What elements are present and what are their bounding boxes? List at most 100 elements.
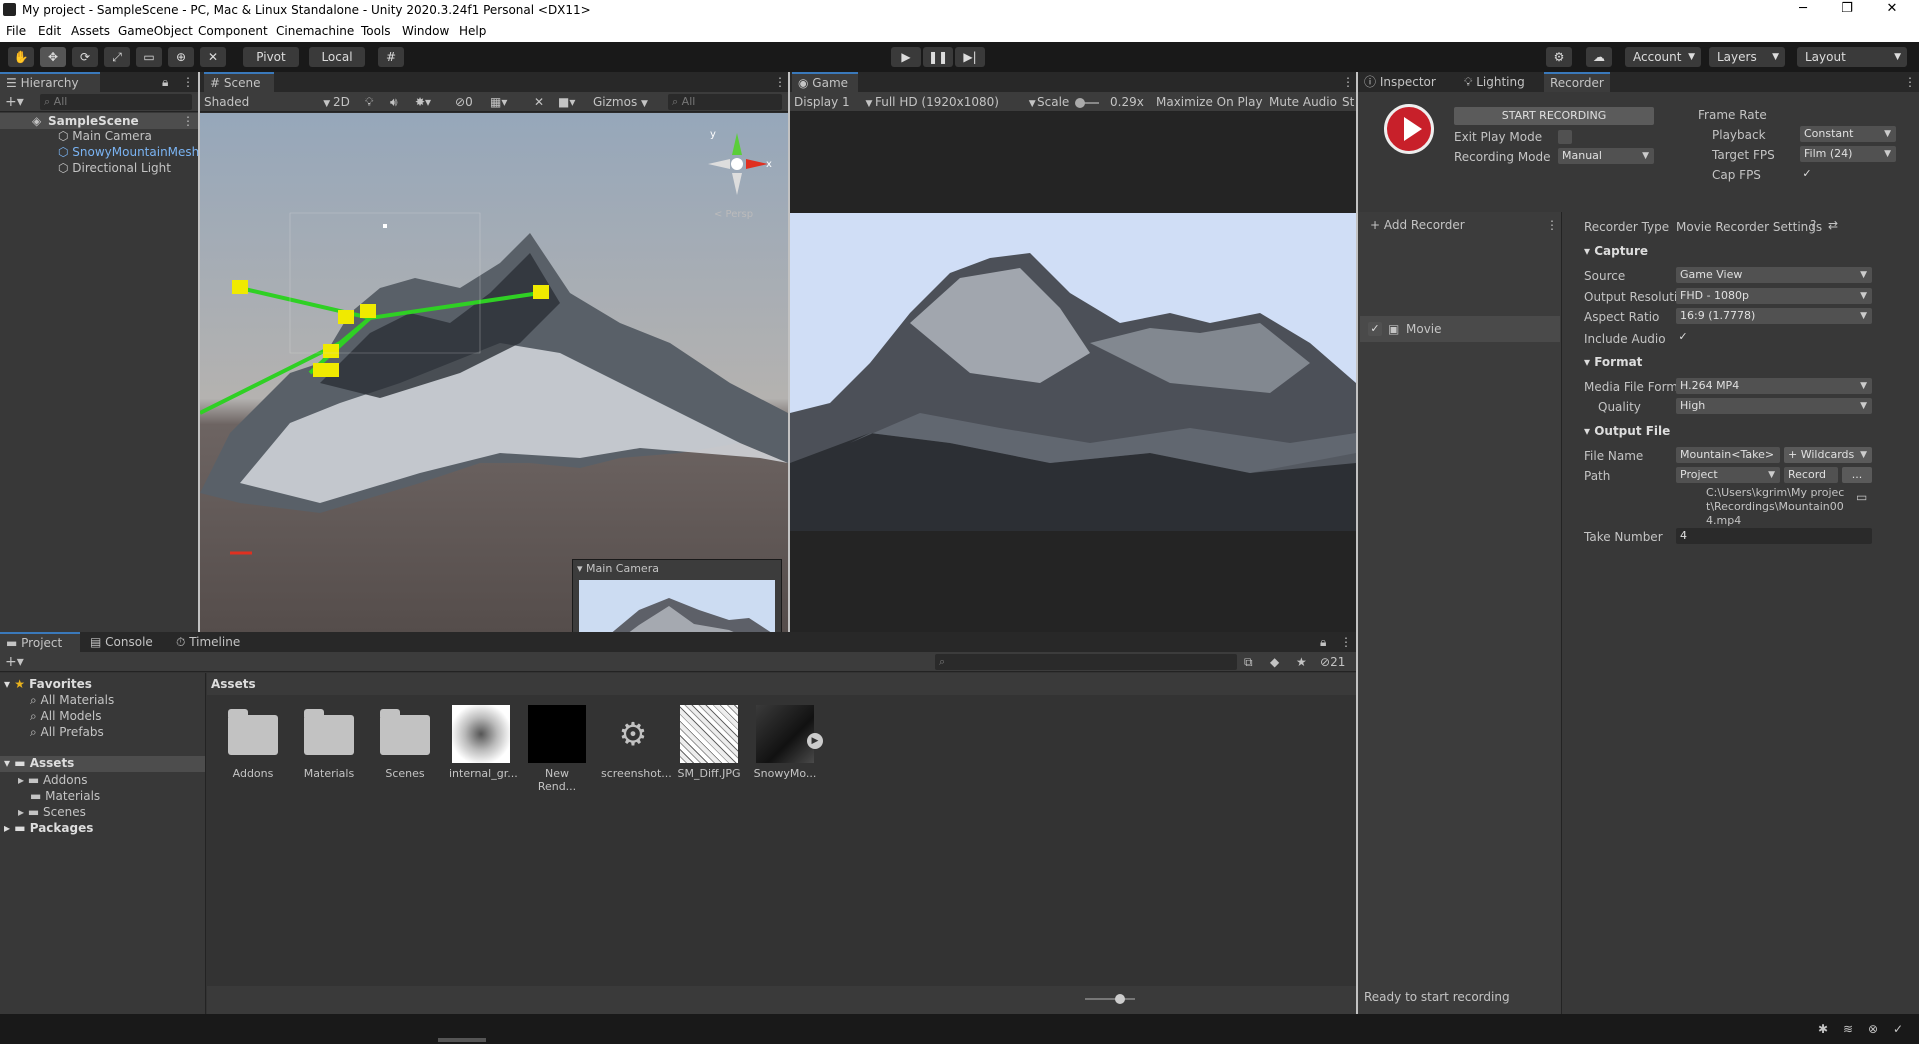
lighting-icon[interactable]: 💡︎ [365, 95, 373, 110]
cap-fps-checkbox[interactable]: ✓ [1800, 167, 1814, 181]
layout-dropdown[interactable]: Layout ▼ [1797, 47, 1907, 67]
maximize-button[interactable]: ❐ [1827, 1, 1867, 19]
more-icon[interactable]: ⋮ [1546, 218, 1558, 232]
local-toggle[interactable]: Local [309, 47, 365, 67]
menu-gameobject[interactable]: GameObject [118, 24, 193, 38]
pause-button[interactable]: ❚❚ [923, 47, 953, 67]
help-icon[interactable]: ? [1810, 218, 1816, 232]
capture-section[interactable]: ▾ Capture [1584, 244, 1648, 258]
tab-inspector[interactable]: ⓘ Inspector [1358, 72, 1454, 92]
rotate-tool-icon[interactable]: ⟳ [72, 47, 98, 67]
more-icon[interactable]: ⋮ [774, 75, 786, 89]
path-record-field[interactable]: Record [1784, 467, 1838, 483]
collab-icon[interactable]: ⚙ [1546, 47, 1572, 67]
file-name-input[interactable]: Mountain<Take> [1676, 447, 1780, 463]
asset-internal-gr[interactable]: internal_gr... [449, 705, 518, 780]
scene-menu-icon[interactable]: ⋮ [182, 114, 194, 128]
take-number-input[interactable]: 4 [1676, 528, 1872, 544]
open-folder-icon[interactable]: ▭ [1856, 490, 1867, 504]
shading-dropdown[interactable]: Shaded ▼ [204, 95, 330, 109]
hierarchy-item-main-camera[interactable]: ⬡ Main Camera [58, 129, 152, 143]
start-recording-button[interactable]: START RECORDING [1454, 107, 1654, 125]
menu-help[interactable]: Help [459, 24, 486, 38]
icon-size-slider[interactable] [1085, 994, 1135, 1004]
favorite-star-icon[interactable]: ★ [1296, 655, 1307, 669]
favorites-node[interactable]: ▾ ★ Favorites [4, 677, 92, 691]
asset-new-render[interactable]: New Rend... [525, 705, 589, 793]
tools-icon[interactable]: ✕ [534, 95, 544, 109]
bug-icon[interactable]: ✱ [1818, 1022, 1828, 1036]
asset-addons[interactable]: Addons [221, 705, 285, 780]
menu-tools[interactable]: Tools [361, 24, 391, 38]
scale-tool-icon[interactable]: ⤢ [104, 47, 130, 67]
tree-folder-addons[interactable]: ▸ ▬ Addons [18, 773, 87, 787]
maximize-on-play-toggle[interactable]: Maximize On Play [1156, 95, 1263, 109]
format-section[interactable]: ▾ Format [1584, 355, 1642, 369]
rect-tool-icon[interactable]: ▭ [136, 47, 162, 67]
asset-materials[interactable]: Materials [297, 705, 361, 780]
close-button[interactable]: ✕ [1872, 1, 1912, 19]
cache-icon[interactable]: ≋ [1843, 1022, 1853, 1036]
cloud-icon[interactable]: ☁ [1586, 47, 1612, 67]
tab-hierarchy[interactable]: ☰ Hierarchy [0, 72, 100, 92]
path-dropdown[interactable]: Project ▼ [1676, 467, 1780, 483]
tab-timeline[interactable]: ⏱︎ Timeline [170, 632, 254, 652]
more-icon[interactable]: ⋮ [1904, 75, 1916, 89]
tab-scene[interactable]: # Scene [204, 72, 274, 92]
record-button[interactable] [1384, 104, 1434, 154]
hierarchy-item-snowy-mountain[interactable]: ⬡ SnowyMountainMesh [58, 145, 199, 159]
tree-folder-materials[interactable]: ▬ Materials [30, 789, 100, 803]
exit-play-mode-checkbox[interactable] [1558, 130, 1572, 144]
check-icon[interactable]: ✓ [1893, 1022, 1903, 1036]
more-icon[interactable]: ⋮ [182, 75, 194, 89]
expand-arrow-icon[interactable]: ▶ [807, 733, 823, 749]
include-audio-checkbox[interactable]: ✓ [1676, 330, 1690, 344]
recording-mode-dropdown[interactable]: Manual ▼ [1558, 148, 1654, 164]
movie-enable-checkbox[interactable]: ✓ [1368, 322, 1382, 336]
tab-console[interactable]: ▤ Console [84, 632, 164, 652]
menu-edit[interactable]: Edit [38, 24, 61, 38]
stats-toggle[interactable]: St [1342, 95, 1354, 109]
network-icon[interactable]: ⊗ [1868, 1022, 1878, 1036]
game-render[interactable] [790, 213, 1356, 531]
quality-dropdown[interactable]: High ▼ [1676, 398, 1872, 414]
hidden-objects-icon[interactable]: ⊘0 [455, 95, 473, 109]
project-search[interactable]: ⌕ [935, 654, 1237, 670]
icon-size-slider-thumb[interactable] [1115, 994, 1125, 1004]
assets-node[interactable]: ▾ ▬ Assets [0, 756, 205, 772]
breadcrumb-assets[interactable]: Assets [211, 677, 256, 691]
fav-all-materials[interactable]: ⌕ All Materials [30, 693, 114, 708]
aspect-ratio-dropdown[interactable]: 16:9 (1.7778) ▼ [1676, 308, 1872, 324]
add-icon[interactable]: +▾ [5, 654, 24, 670]
custom-tool-icon[interactable]: ✕ [200, 47, 226, 67]
tab-recorder[interactable]: Recorder [1544, 72, 1610, 92]
transform-tool-icon[interactable]: ⊕ [168, 47, 194, 67]
account-dropdown[interactable]: Account ▼ [1625, 47, 1701, 67]
search-by-type-icon[interactable]: ⧉ [1244, 655, 1253, 670]
minimize-button[interactable]: ─ [1783, 1, 1823, 19]
tab-game[interactable]: ◉ Game [792, 72, 858, 92]
more-icon[interactable]: ⋮ [1342, 75, 1354, 89]
output-resolution-dropdown[interactable]: FHD - 1080p ▼ [1676, 288, 1872, 304]
resolution-dropdown[interactable]: Full HD (1920x1080) ▼ [875, 95, 1036, 109]
tab-lighting[interactable]: 💡︎ Lighting [1458, 72, 1540, 92]
camera-icon[interactable]: ■▾ [558, 95, 575, 109]
layers-dropdown[interactable]: Layers ▼ [1709, 47, 1785, 67]
scale-slider[interactable] [1075, 98, 1099, 108]
output-file-section[interactable]: ▾ Output File [1584, 424, 1670, 438]
grid-snap-icon[interactable]: # [378, 47, 404, 67]
menu-window[interactable]: Window [402, 24, 449, 38]
more-icon[interactable]: ⋮ [1340, 635, 1352, 649]
packages-node[interactable]: ▸ ▬ Packages [4, 821, 93, 835]
add-icon[interactable]: +▾ [5, 94, 24, 110]
grid-icon[interactable]: ▦▾ [490, 95, 507, 109]
media-file-format-dropdown[interactable]: H.264 MP4 ▼ [1676, 378, 1872, 394]
play-button[interactable]: ▶ [891, 47, 921, 67]
hidden-packages-icon[interactable]: ⊘21 [1320, 655, 1345, 669]
audio-icon[interactable]: 🔊︎ [390, 95, 398, 110]
menu-component[interactable]: Component [198, 24, 268, 38]
asset-scenes[interactable]: Scenes [373, 705, 437, 780]
fav-all-models[interactable]: ⌕ All Models [30, 709, 102, 724]
mute-audio-toggle[interactable]: Mute Audio [1269, 95, 1337, 109]
target-fps-dropdown[interactable]: Film (24) ▼ [1800, 146, 1896, 162]
